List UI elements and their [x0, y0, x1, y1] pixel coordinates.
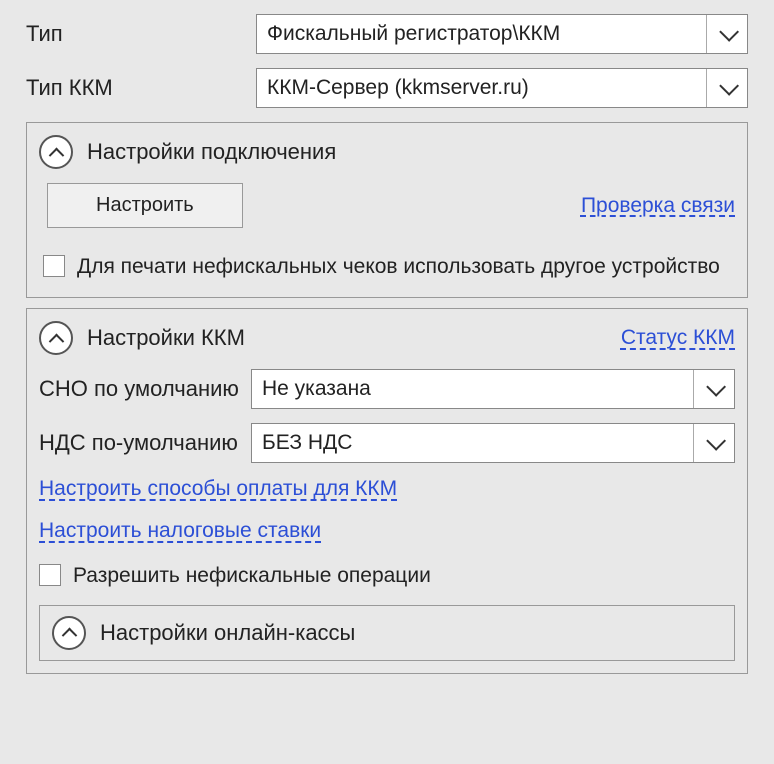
kkm-panel: Настройки ККМ Статус ККМ СНО по умолчани… — [26, 308, 748, 673]
configure-button[interactable]: Настроить — [47, 183, 243, 228]
collapse-button[interactable] — [52, 616, 86, 650]
connection-panel: Настройки подключения Настроить Проверка… — [26, 122, 748, 298]
chevron-up-icon — [48, 333, 64, 349]
online-cash-panel: Настройки онлайн-кассы — [39, 605, 735, 661]
nds-value: БЕЗ НДС — [252, 424, 694, 462]
chevron-down-icon[interactable] — [707, 15, 747, 53]
tax-rates-link[interactable]: Настроить налоговые ставки — [39, 519, 321, 542]
chevron-down-icon[interactable] — [694, 424, 734, 462]
payment-methods-link[interactable]: Настроить способы оплаты для ККМ — [39, 477, 397, 500]
kkm-type-value: ККМ-Сервер (kkmserver.ru) — [257, 69, 707, 107]
collapse-button[interactable] — [39, 135, 73, 169]
type-select[interactable]: Фискальный регистратор\ККМ — [256, 14, 748, 54]
kkm-type-select[interactable]: ККМ-Сервер (kkmserver.ru) — [256, 68, 748, 108]
kkm-type-label: Тип ККМ — [26, 75, 256, 101]
check-connection-link[interactable]: Проверка связи — [581, 194, 735, 218]
allow-nonfiscal-label: Разрешить нефискальные операции — [73, 561, 431, 590]
chevron-down-icon[interactable] — [707, 69, 747, 107]
connection-title: Настройки подключения — [87, 139, 735, 165]
kkm-title: Настройки ККМ — [87, 325, 621, 351]
chevron-up-icon — [61, 628, 77, 644]
nds-select[interactable]: БЕЗ НДС — [251, 423, 735, 463]
sno-value: Не указана — [252, 370, 694, 408]
nds-label: НДС по-умолчанию — [39, 430, 251, 456]
online-cash-title: Настройки онлайн-кассы — [100, 620, 722, 646]
allow-nonfiscal-checkbox[interactable] — [39, 564, 61, 586]
kkm-status-link[interactable]: Статус ККМ — [621, 326, 735, 350]
collapse-button[interactable] — [39, 321, 73, 355]
nonfiscal-device-label: Для печати нефискальных чеков использова… — [77, 252, 720, 281]
sno-label: СНО по умолчанию — [39, 376, 251, 402]
sno-select[interactable]: Не указана — [251, 369, 735, 409]
nonfiscal-device-checkbox[interactable] — [43, 255, 65, 277]
chevron-up-icon — [48, 147, 64, 163]
type-value: Фискальный регистратор\ККМ — [257, 15, 707, 53]
type-label: Тип — [26, 21, 256, 47]
chevron-down-icon[interactable] — [694, 370, 734, 408]
